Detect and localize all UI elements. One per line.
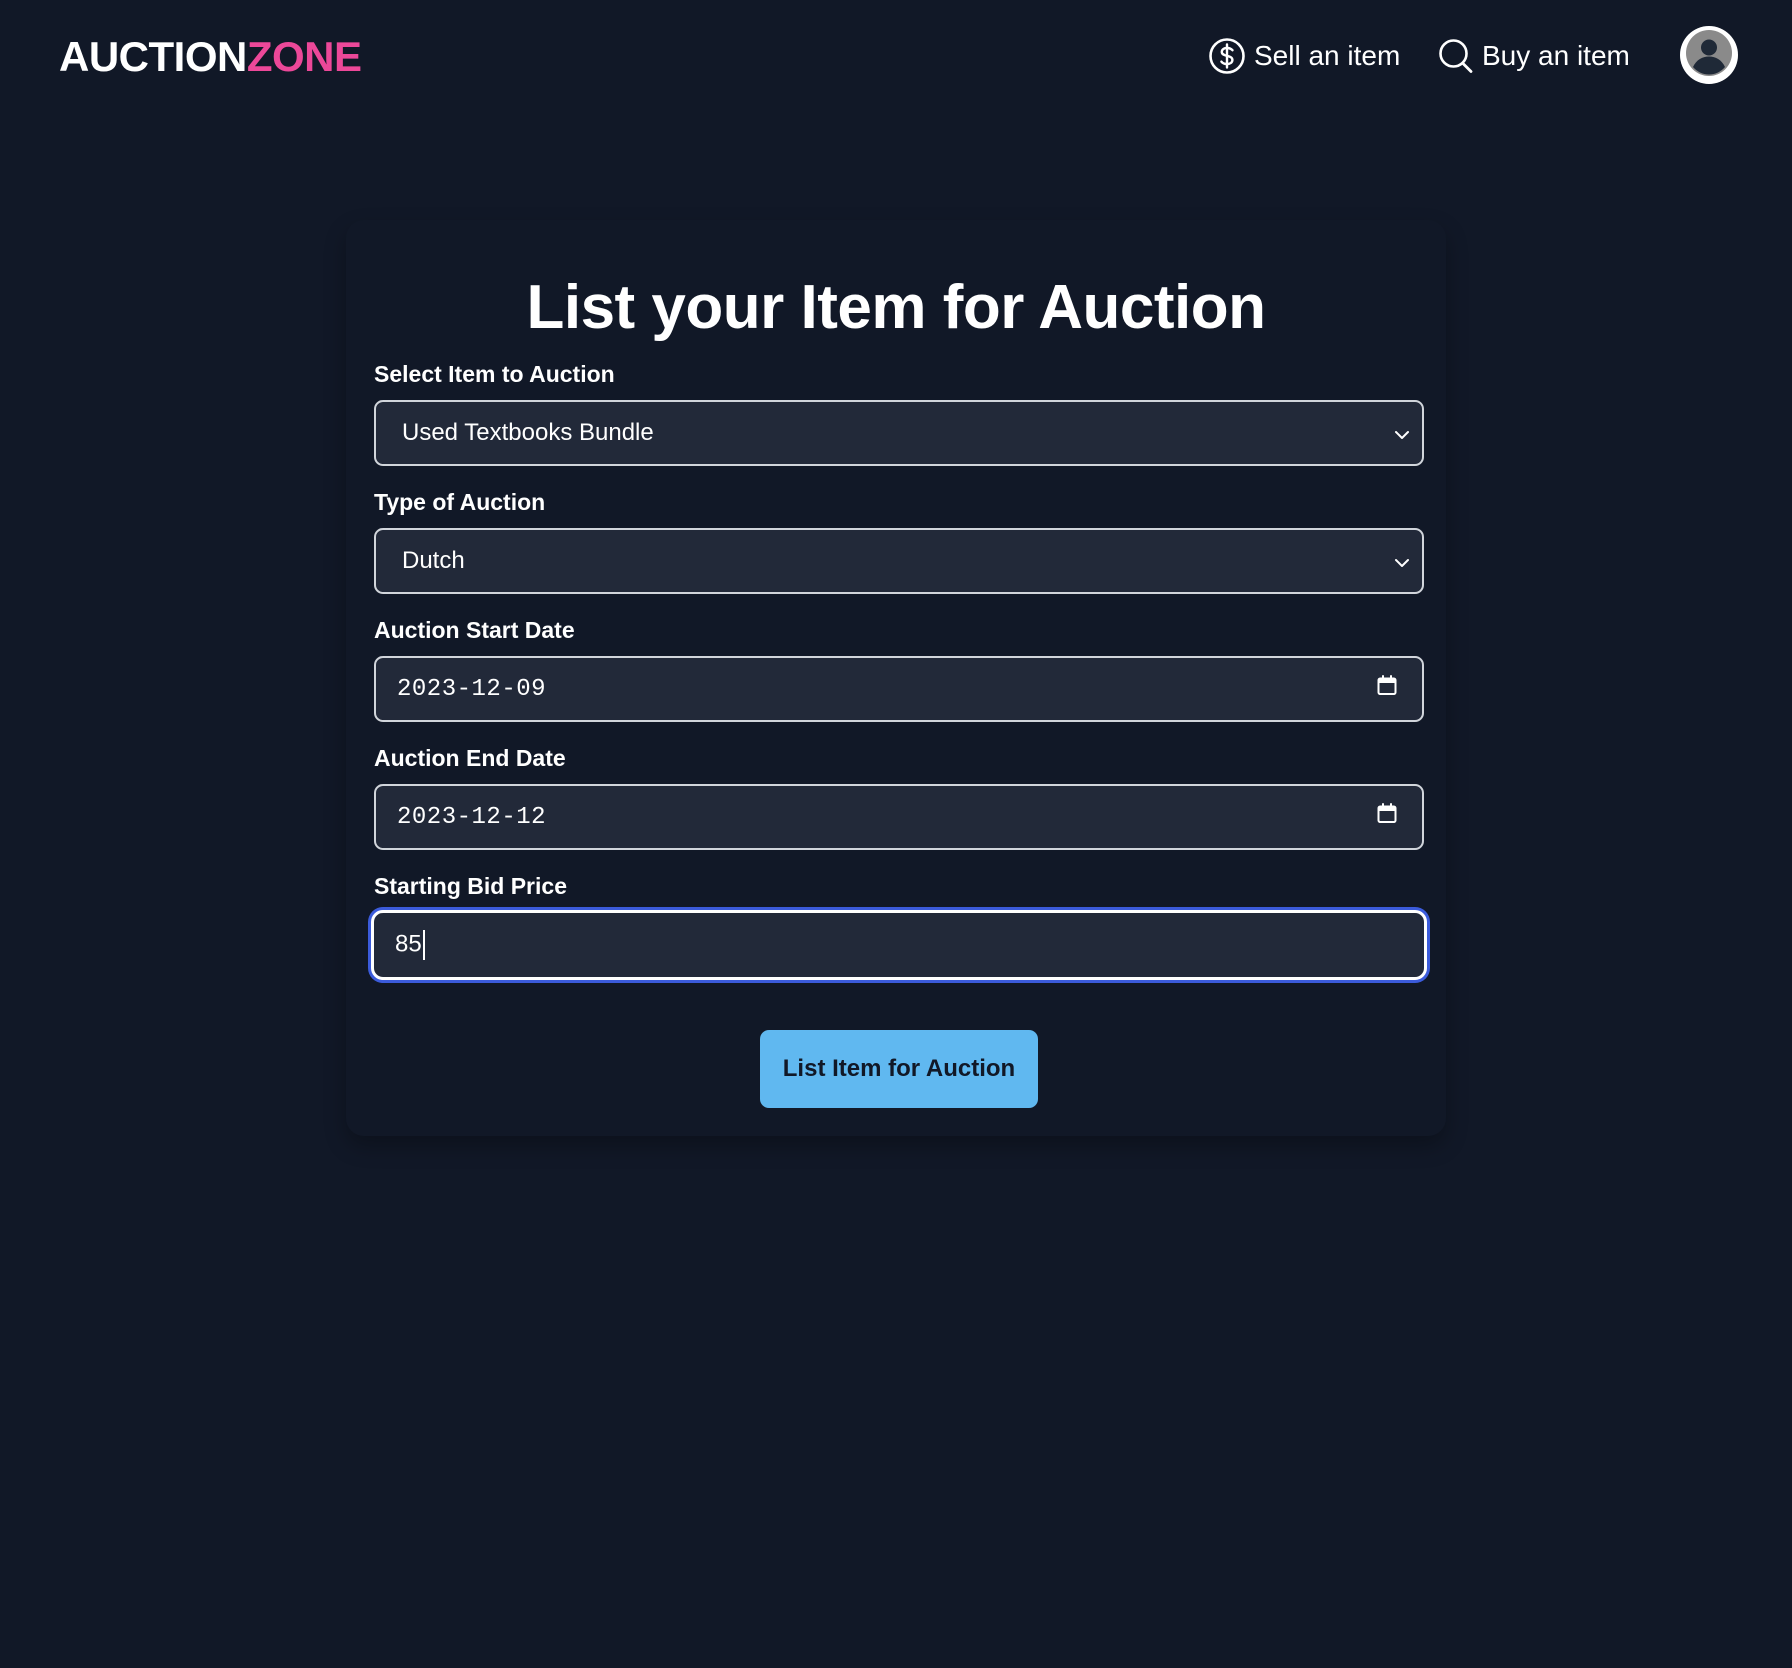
calendar-icon[interactable]: [1376, 675, 1398, 704]
header: AUCTIONZONE Sell an item Buy an item: [0, 0, 1792, 112]
nav-sell-label: Sell an item: [1254, 40, 1401, 71]
end-date-value: 2023-12-12: [397, 803, 547, 831]
nav-buy-label: Buy an item: [1482, 40, 1630, 71]
chevron-down-icon: [1394, 547, 1410, 575]
auction-type-dropdown[interactable]: Dutch: [374, 528, 1424, 594]
auction-type-label: Type of Auction: [374, 489, 546, 515]
chevron-down-icon: [1394, 419, 1410, 447]
starting-bid-value: 85: [374, 930, 425, 960]
start-date-label: Auction Start Date: [374, 617, 575, 643]
search-icon: [1438, 37, 1474, 75]
user-avatar-icon: [1684, 28, 1734, 83]
nav-buy-item[interactable]: Buy an item: [1438, 34, 1630, 78]
text-cursor: [422, 930, 425, 960]
auction-form-card: List your Item for Auction Select Item t…: [346, 220, 1446, 1136]
end-date-input[interactable]: 2023-12-12: [374, 784, 1424, 850]
page-title: List your Item for Auction: [526, 273, 1266, 342]
logo[interactable]: AUCTIONZONE: [59, 32, 362, 82]
select-item-value: Used Textbooks Bundle: [402, 419, 654, 446]
nav-sell-item[interactable]: Sell an item: [1208, 34, 1400, 78]
end-date-label: Auction End Date: [374, 745, 566, 771]
logo-text-auction: AUCTION: [59, 33, 247, 80]
starting-bid-label: Starting Bid Price: [374, 873, 567, 899]
start-date-input[interactable]: 2023-12-09: [374, 656, 1424, 722]
logo-text-zone: ZONE: [246, 33, 362, 80]
dollar-circle-icon: [1208, 37, 1246, 75]
starting-bid-text: 85: [395, 930, 422, 958]
select-item-dropdown[interactable]: Used Textbooks Bundle: [374, 400, 1424, 466]
select-item-label: Select Item to Auction: [374, 361, 615, 387]
auction-type-value: Dutch: [402, 547, 465, 574]
start-date-value: 2023-12-09: [397, 675, 547, 703]
list-item-submit-button[interactable]: List Item for Auction: [760, 1030, 1038, 1108]
user-avatar-button[interactable]: [1680, 26, 1738, 84]
calendar-icon[interactable]: [1376, 803, 1398, 832]
starting-bid-input[interactable]: 85: [371, 910, 1427, 980]
